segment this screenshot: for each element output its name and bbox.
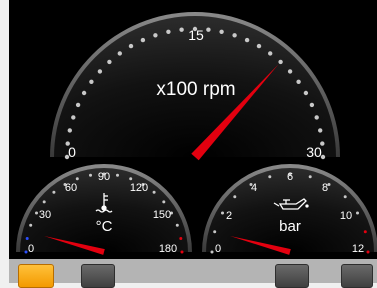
coolant-tick-dot xyxy=(162,200,166,204)
rpm-tick-dot xyxy=(166,29,171,34)
oil-tick-dot xyxy=(363,230,367,234)
rpm-tick-dot xyxy=(128,43,134,49)
coolant-tick-label-0: 0 xyxy=(28,243,34,255)
oil-unit-label: bar xyxy=(279,218,301,235)
rpm-tick-dot xyxy=(206,27,211,32)
softkey-2-button[interactable] xyxy=(81,264,115,288)
coolant-tick-dot xyxy=(75,177,79,181)
coolant-tick-label-180: 180 xyxy=(159,243,177,255)
softkey-bar xyxy=(9,259,377,288)
rpm-tick-dot xyxy=(318,128,323,133)
oil-tick-dot xyxy=(210,250,214,254)
rpm-tick-dot xyxy=(75,102,81,108)
rpm-tick-label-max: 30 xyxy=(306,144,322,160)
coolant-tick-label-60: 60 xyxy=(65,182,77,194)
rpm-tick-dot xyxy=(71,115,76,120)
coolant-unit-label: °C xyxy=(96,218,113,235)
oil-tick-dot xyxy=(213,230,217,234)
coolant-tick-label-150: 150 xyxy=(153,209,171,221)
coolant-tick-dot xyxy=(29,223,33,227)
rpm-tick-dot xyxy=(67,128,73,133)
coolant-tick-dot xyxy=(152,190,156,194)
coolant-tick-dot xyxy=(89,173,92,177)
rpm-tick-dot xyxy=(287,69,293,74)
softkey-1-button[interactable] xyxy=(18,264,54,288)
oil-pressure-gauge: 0 2 4 6 8 10 12 bar xyxy=(202,164,377,255)
rpm-tick-dot xyxy=(309,102,315,108)
oil-tick-label-6: 6 xyxy=(287,171,293,183)
rpm-tick-dot xyxy=(219,29,224,34)
coolant-tick-dot xyxy=(25,237,29,240)
oil-tick-dot xyxy=(366,250,370,254)
rpm-tick-dot xyxy=(97,69,103,74)
rpm-unit-label: x100 rpm xyxy=(156,79,235,100)
rpm-tick-dot xyxy=(89,79,94,85)
oil-tick-dot xyxy=(343,195,347,199)
rpm-tick-dot xyxy=(268,51,273,56)
rpm-gauge: 0 15 30 x100 rpm xyxy=(50,12,340,161)
coolant-tick-dot xyxy=(116,173,119,177)
oil-tick-dot xyxy=(233,195,237,199)
rpm-tick-dot xyxy=(117,51,123,56)
rpm-tick-label-mid: 15 xyxy=(188,27,204,43)
oil-tick-dot xyxy=(308,175,312,179)
coolant-tick-dot xyxy=(179,237,183,240)
coolant-tick-dot xyxy=(175,223,179,227)
coolant-tick-label-30: 30 xyxy=(39,209,51,221)
rpm-tick-dot xyxy=(81,90,87,96)
coolant-temp-gauge: 0 30 60 90 120 150 180 °C xyxy=(16,164,192,255)
rpm-tick-dot xyxy=(140,37,146,43)
oil-tick-label-12: 12 xyxy=(352,243,364,255)
coolant-tick-label-120: 120 xyxy=(130,182,148,194)
softkey-4-button[interactable] xyxy=(341,264,373,288)
rpm-tick-dot xyxy=(256,43,262,49)
coolant-tick-dot xyxy=(42,200,46,204)
rpm-tick-dot xyxy=(107,59,112,65)
oil-tick-label-4: 4 xyxy=(251,182,257,194)
oil-tick-dot xyxy=(221,211,224,215)
rpm-tick-dot xyxy=(303,90,309,96)
rpm-tick-dot xyxy=(296,79,301,85)
softkey-3-button[interactable] xyxy=(275,264,309,288)
oil-tick-dot xyxy=(356,211,359,215)
oil-tick-dot xyxy=(268,175,272,179)
coolant-tick-dot xyxy=(129,177,133,181)
coolant-tick-dot xyxy=(180,250,184,254)
rpm-tick-dot xyxy=(179,27,184,32)
coolant-tick-dot xyxy=(52,190,56,194)
rpm-tick-dot xyxy=(278,59,283,65)
oil-tick-label-10: 10 xyxy=(340,210,352,222)
rpm-tick-dot xyxy=(244,37,250,43)
coolant-tick-label-90: 90 xyxy=(98,171,110,183)
oil-tick-label-2: 2 xyxy=(226,210,232,222)
gauge-cluster: 0 15 30 x100 rpm 0 30 60 90 120 150 180 xyxy=(16,12,377,255)
rpm-tick-dot xyxy=(314,115,319,120)
rpm-tick-dot xyxy=(153,33,158,38)
instrument-display: 0 15 30 x100 rpm 0 30 60 90 120 150 180 xyxy=(0,0,377,288)
rpm-tick-label-min: 0 xyxy=(68,144,76,160)
rpm-tick-dot xyxy=(232,33,237,38)
oil-tick-label-8: 8 xyxy=(322,182,328,194)
coolant-tick-dot xyxy=(35,211,38,215)
oil-tick-label-0: 0 xyxy=(215,243,221,255)
